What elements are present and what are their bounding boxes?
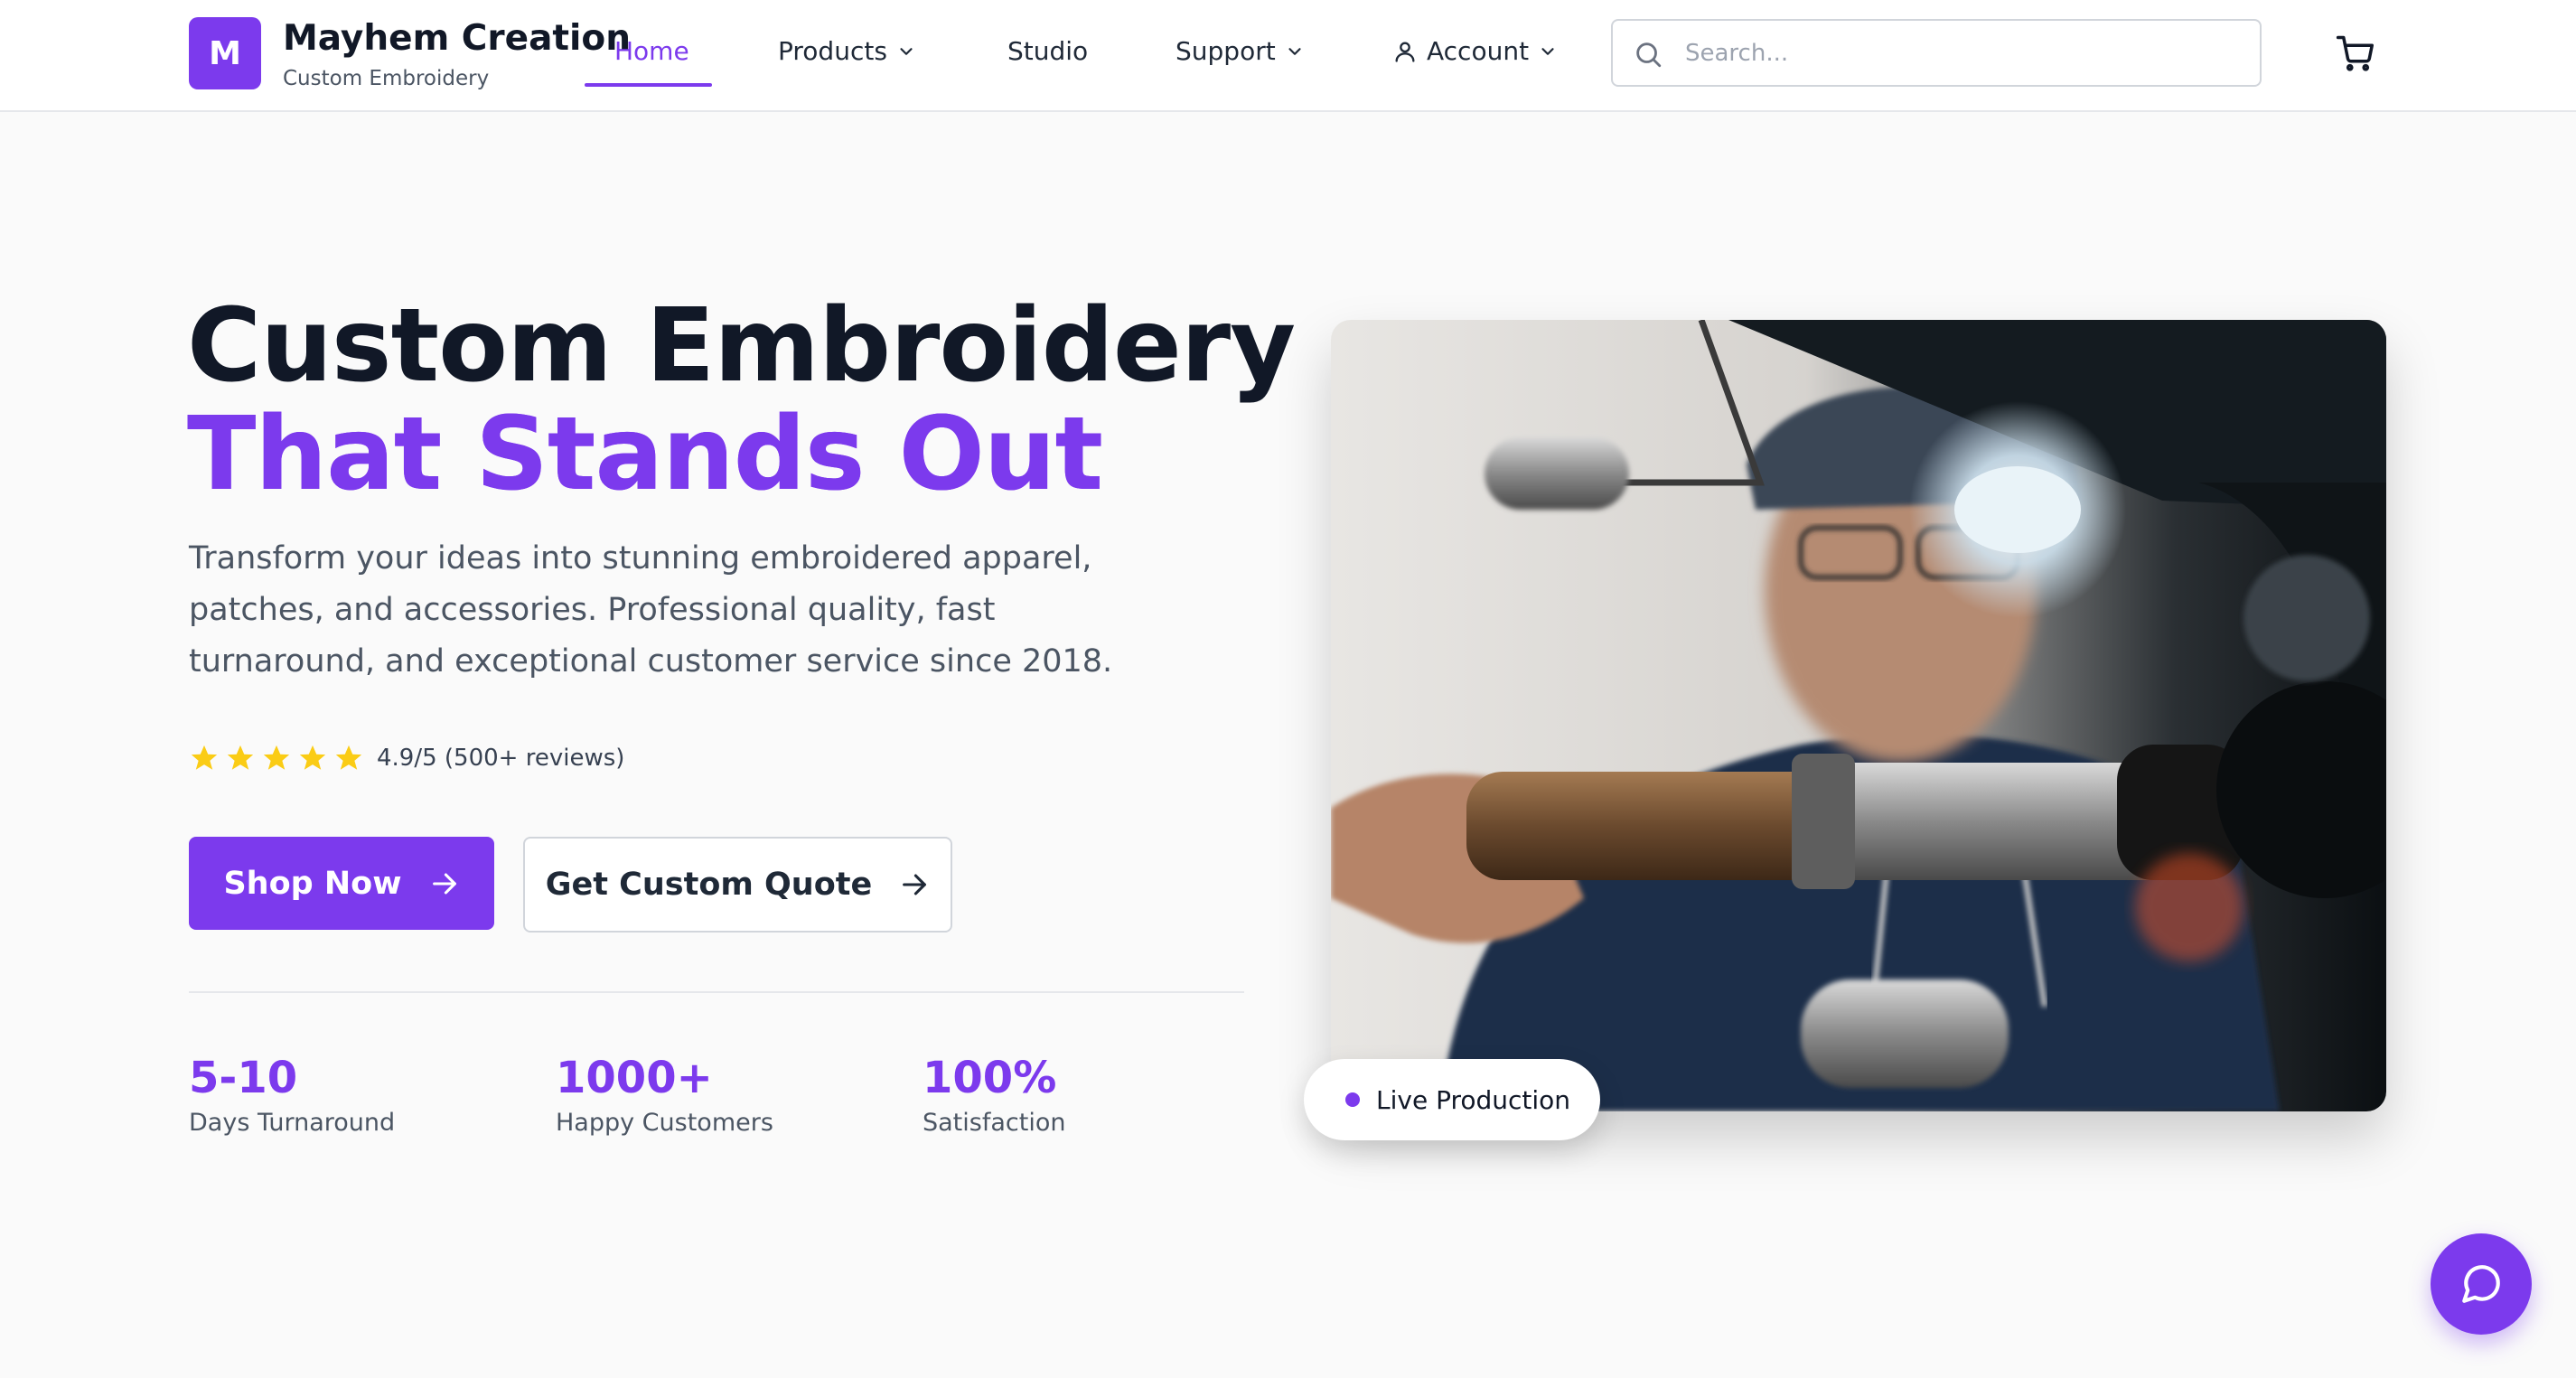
- nav-products-label: Products: [778, 36, 887, 66]
- nav-support-label: Support: [1176, 36, 1276, 66]
- stat-satisfaction: 100% Satisfaction: [923, 1053, 1065, 1137]
- nav-account[interactable]: Account: [1392, 36, 1558, 66]
- stat-value: 100%: [923, 1053, 1057, 1103]
- star-icon: [191, 745, 218, 770]
- site-header: M Mayhem Creation Custom Embroidery Home…: [0, 0, 2576, 112]
- nav-account-label: Account: [1427, 36, 1530, 66]
- search-input[interactable]: [1685, 21, 2245, 85]
- hero-title-line1: Custom Embroidery: [187, 287, 1296, 405]
- get-custom-quote-button[interactable]: Get Custom Quote: [523, 837, 952, 933]
- stat-customers: 1000+ Happy Customers: [556, 1053, 773, 1137]
- stat-label: Happy Customers: [556, 1109, 773, 1137]
- star-icon: [263, 745, 290, 770]
- rating-summary: 4.9/5 (500+ reviews): [189, 743, 624, 773]
- live-production-badge: Live Production: [1304, 1059, 1600, 1140]
- arrow-right-icon: [903, 874, 927, 895]
- stats-divider: [189, 991, 1244, 993]
- arrow-right-icon: [432, 873, 456, 894]
- live-indicator-dot: [1345, 1092, 1360, 1107]
- chevron-down-icon: [1288, 47, 1301, 55]
- rating-text: 4.9/5 (500+ reviews): [377, 745, 625, 772]
- chat-bubble-icon: [2462, 1265, 2500, 1303]
- stat-value: 1000+: [556, 1053, 713, 1103]
- search-bar[interactable]: [1611, 19, 2262, 87]
- stat-turnaround: 5-10 Days Turnaround: [189, 1053, 395, 1137]
- get-custom-quote-label: Get Custom Quote: [545, 867, 873, 903]
- live-production-label: Live Production: [1376, 1084, 1571, 1115]
- chat-button[interactable]: [2431, 1233, 2532, 1335]
- star-icon: [227, 745, 254, 770]
- shop-now-button[interactable]: Shop Now: [189, 837, 494, 930]
- nav-support[interactable]: Support: [1176, 36, 1305, 66]
- star-icon: [299, 745, 326, 770]
- nav-studio-label: Studio: [1007, 36, 1089, 66]
- brand-name[interactable]: Mayhem Creation: [283, 18, 631, 59]
- shop-now-label: Shop Now: [223, 865, 402, 902]
- hero-description: Transform your ideas into stunning embro…: [189, 540, 1113, 680]
- star-icon: [335, 745, 362, 770]
- nav-active-indicator: [585, 83, 712, 87]
- hero-photo: [1331, 320, 2386, 1111]
- stat-label: Satisfaction: [923, 1109, 1066, 1137]
- stat-label: Days Turnaround: [189, 1109, 396, 1137]
- nav-studio[interactable]: Studio: [1007, 36, 1088, 66]
- search-icon: [1636, 42, 1662, 68]
- nav-home[interactable]: Home: [614, 36, 689, 66]
- cart-icon[interactable]: [2336, 34, 2374, 72]
- hero-title-line2: That Stands Out: [187, 396, 1103, 513]
- user-icon: [1395, 42, 1415, 62]
- brand-tagline: Custom Embroidery: [283, 67, 490, 90]
- nav-home-label: Home: [614, 36, 689, 66]
- embroidery-operator-image: [1331, 320, 2386, 1111]
- logo-mark[interactable]: M: [189, 17, 261, 89]
- chevron-down-icon: [900, 47, 913, 55]
- nav-products[interactable]: Products: [778, 36, 916, 66]
- chevron-down-icon: [1541, 47, 1554, 55]
- stat-value: 5-10: [189, 1053, 298, 1103]
